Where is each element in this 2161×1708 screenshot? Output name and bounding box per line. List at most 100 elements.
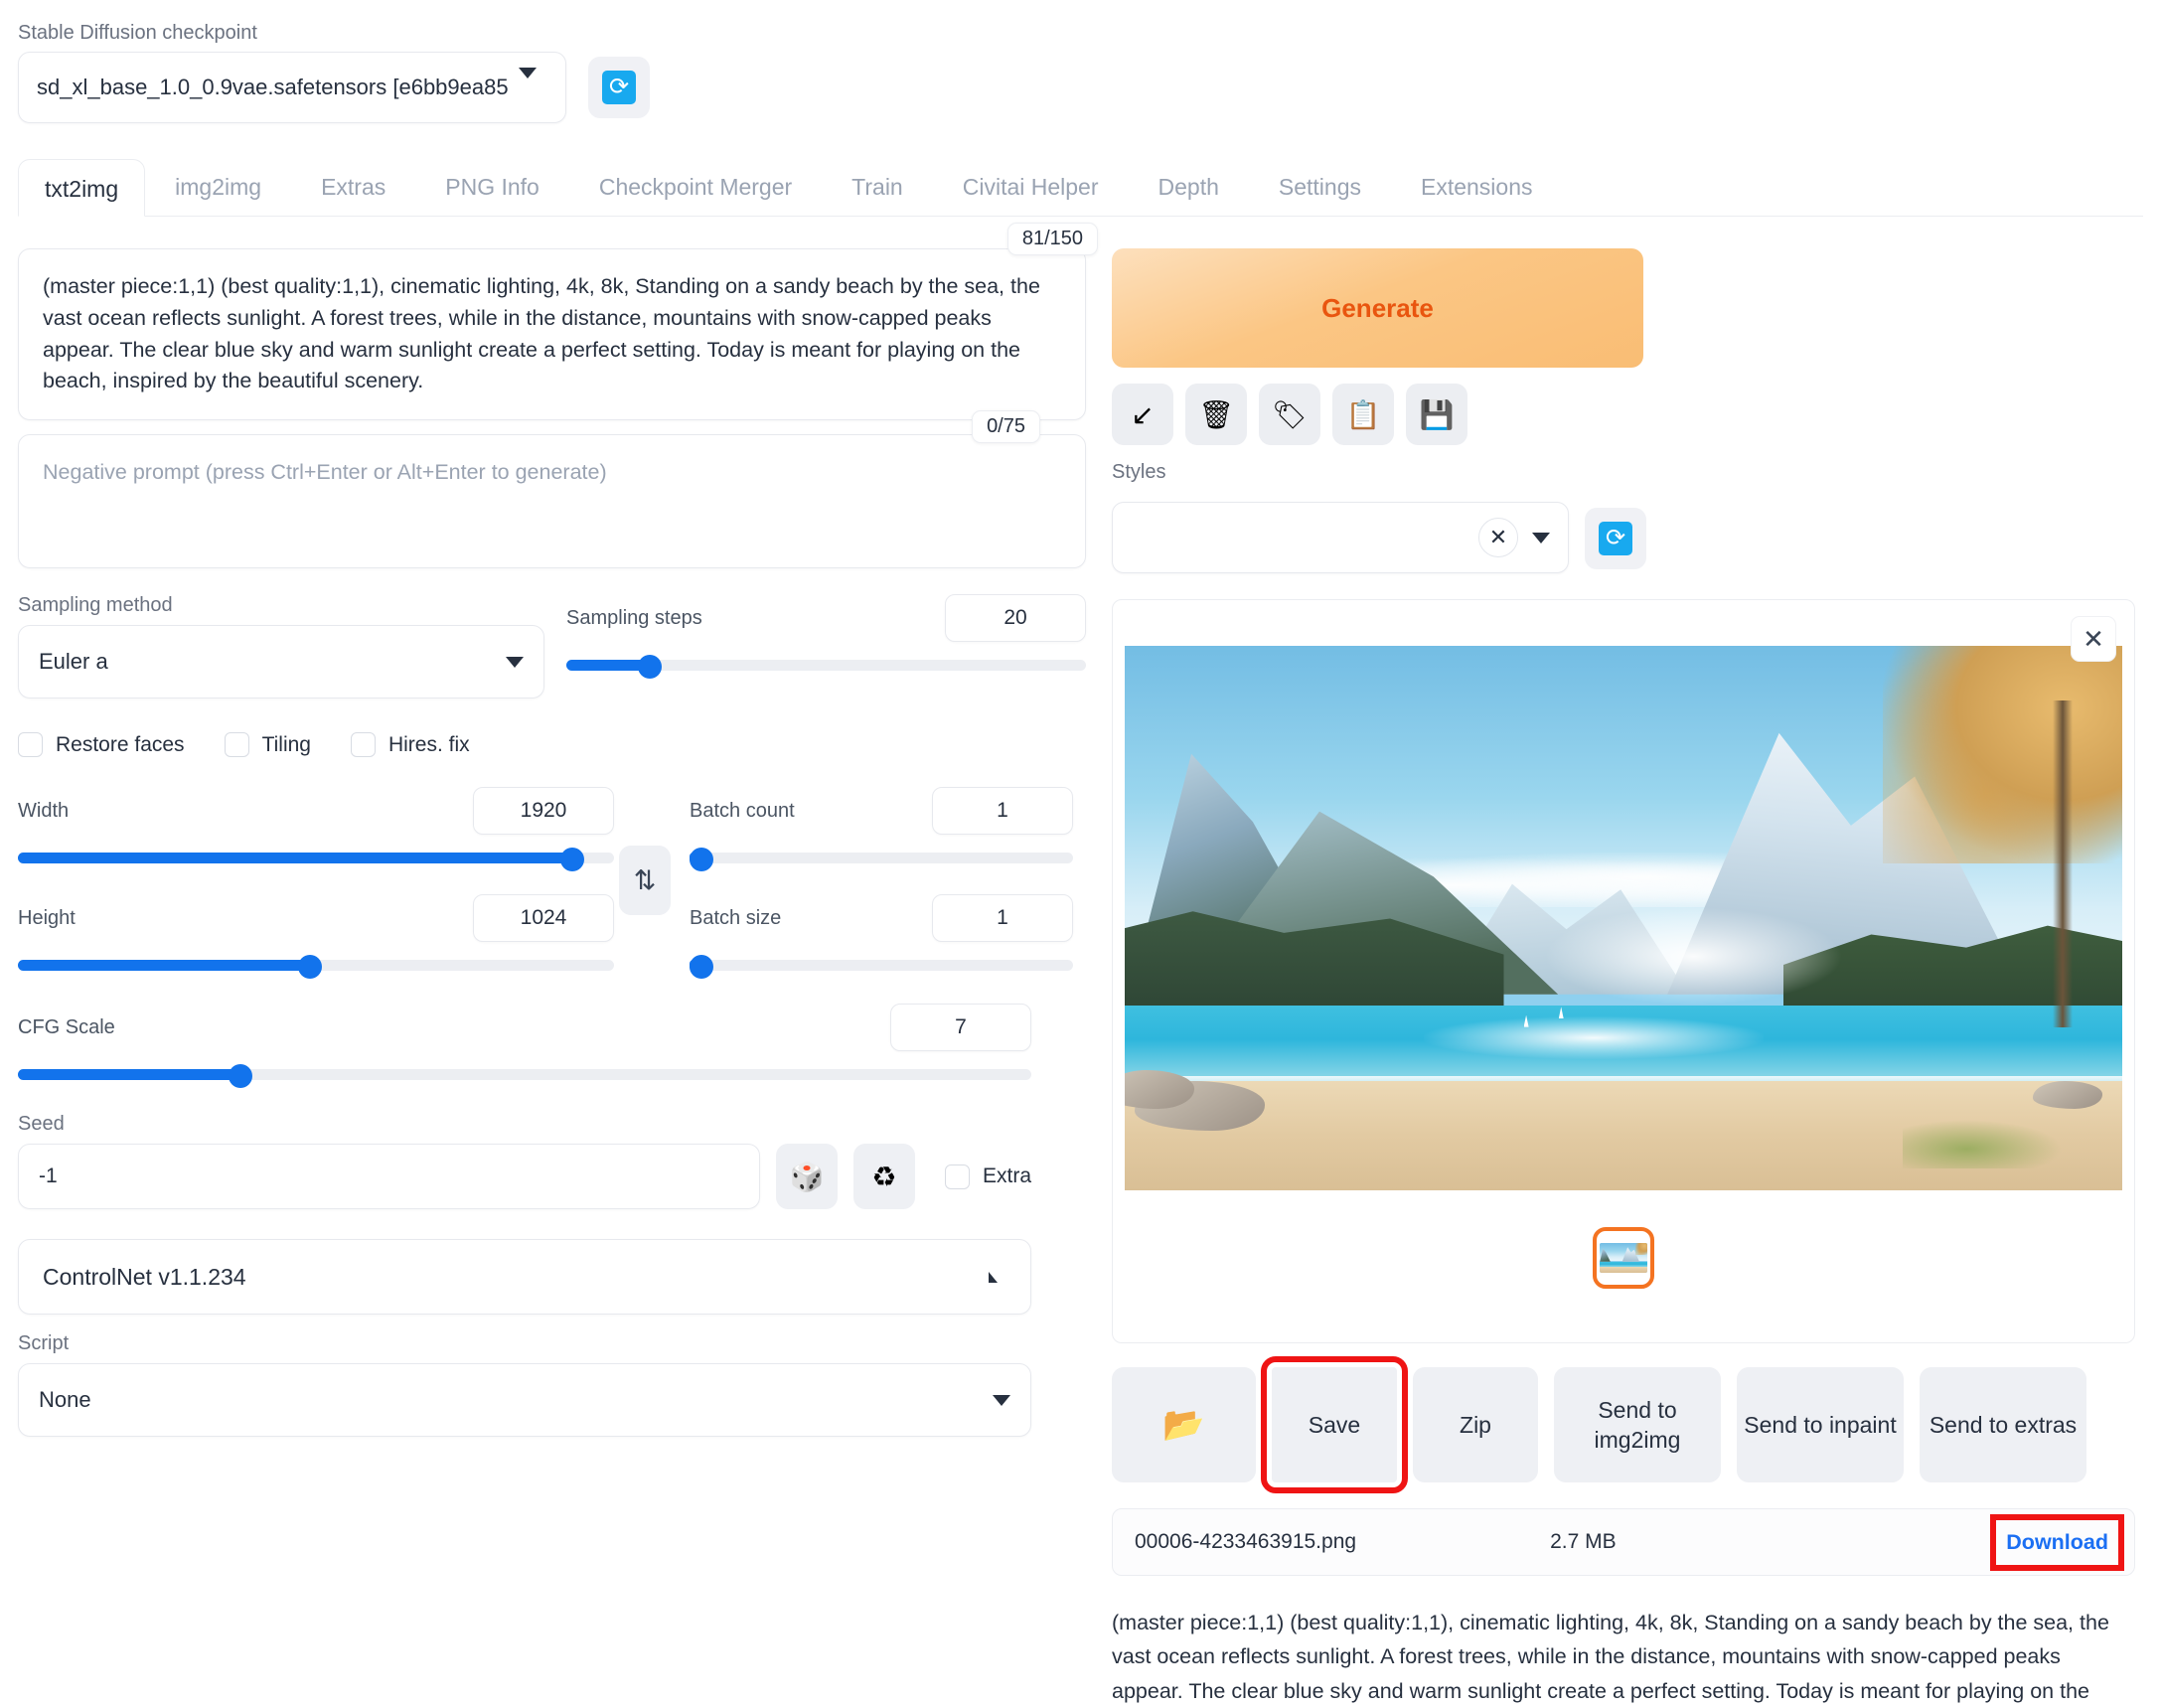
sampling-steps-input[interactable]: 20: [945, 594, 1086, 643]
tab-img2img[interactable]: img2img: [145, 158, 291, 216]
seed-label: Seed: [18, 1113, 65, 1136]
checkbox-box: [18, 732, 43, 758]
width-label: Width: [18, 799, 70, 822]
chevron-down-icon: [506, 656, 524, 668]
generate-block: Generate ↙ 🗑 🏷 📋 💾 Styles ✕ ⟳: [1112, 248, 2135, 573]
dice-icon: 🎲: [789, 1161, 825, 1192]
send-to-img2img-button[interactable]: Send to img2img: [1554, 1367, 1721, 1482]
right-column: Generate ↙ 🗑 🏷 📋 💾 Styles ✕ ⟳ ✕ 📂 Save Z…: [1112, 234, 2135, 1708]
chevron-left-icon: [989, 1271, 1006, 1283]
batch-size-input[interactable]: 1: [932, 894, 1073, 943]
lake-reflection: [1424, 1015, 1764, 1060]
slider-knob[interactable]: [229, 1064, 253, 1089]
refresh-icon: ⟳: [602, 71, 636, 104]
file-size: 2.7 MB: [1550, 1530, 1617, 1553]
batch-size-slider[interactable]: [689, 955, 1073, 980]
generate-button[interactable]: Generate: [1112, 248, 1643, 368]
gallery-thumbnail[interactable]: [1593, 1226, 1654, 1289]
controlnet-label: ControlNet v1.1.234: [43, 1263, 246, 1290]
random-seed-button[interactable]: 🎲: [775, 1144, 838, 1210]
controlnet-accordion[interactable]: ControlNet v1.1.234: [18, 1239, 1031, 1316]
seed-input[interactable]: -1: [18, 1144, 760, 1210]
slider-knob[interactable]: [637, 655, 662, 680]
checkpoint-row: Stable Diffusion checkpoint sd_xl_base_1…: [18, 0, 2143, 123]
slider-knob[interactable]: [298, 955, 322, 980]
cfg-scale-slider[interactable]: [18, 1064, 1031, 1089]
tab-checkpoint-merger[interactable]: Checkpoint Merger: [569, 158, 822, 216]
restore-faces-checkbox[interactable]: Restore faces: [18, 732, 185, 758]
reuse-seed-button[interactable]: ♻: [852, 1144, 915, 1210]
tab-txt2img[interactable]: txt2img: [18, 159, 146, 217]
send-to-inpaint-button[interactable]: Send to inpaint: [1737, 1367, 1904, 1482]
sampling-method-label: Sampling method: [18, 594, 173, 617]
height-head: Height 1024: [18, 894, 614, 943]
refresh-icon: ⟳: [1599, 522, 1632, 555]
download-link[interactable]: Download: [1990, 1513, 2124, 1571]
send-to-extras-button[interactable]: Send to extras: [1920, 1367, 2086, 1482]
negative-prompt-input[interactable]: Negative prompt (press Ctrl+Enter or Alt…: [18, 434, 1086, 569]
close-icon[interactable]: ✕: [1478, 518, 1518, 557]
tab-extras[interactable]: Extras: [291, 158, 415, 216]
prompt-input[interactable]: (master piece:1,1) (best quality:1,1), c…: [18, 248, 1086, 421]
height-input[interactable]: 1024: [473, 894, 614, 943]
slider-fill: [18, 960, 310, 972]
tree-trunk: [2052, 699, 2073, 1027]
save-style-button[interactable]: 💾: [1406, 384, 1467, 445]
slider-fill: [18, 1069, 241, 1081]
slider-knob[interactable]: [689, 848, 713, 872]
recycle-icon: ♻: [871, 1161, 897, 1192]
paste-prompt-button[interactable]: ↙: [1112, 384, 1173, 445]
clear-prompt-button[interactable]: 🗑: [1185, 384, 1247, 445]
tiling-checkbox[interactable]: Tiling: [224, 732, 311, 758]
sampling-steps-head: Sampling steps 20: [566, 594, 1086, 643]
hires-fix-checkbox[interactable]: Hires. fix: [350, 732, 470, 758]
slider-knob[interactable]: [689, 955, 713, 980]
refresh-checkpoint-button[interactable]: ⟳: [588, 57, 650, 118]
width-slider[interactable]: [18, 848, 614, 872]
extra-checkbox[interactable]: Extra: [944, 1164, 1031, 1189]
close-preview-button[interactable]: ✕: [2071, 616, 2116, 662]
refresh-styles-button[interactable]: ⟳: [1585, 508, 1646, 569]
width-input[interactable]: 1920: [473, 787, 614, 836]
settings-area: Sampling method Euler a Sampling steps 2…: [18, 594, 1086, 699]
chevron-down-icon: [993, 1394, 1010, 1406]
paint-palette-icon: 🏷: [1272, 398, 1308, 430]
negative-prompt-wrapper: 0/75 Negative prompt (press Ctrl+Enter o…: [18, 410, 1086, 569]
checkbox-box: [350, 732, 376, 758]
script-select[interactable]: None: [18, 1363, 1031, 1438]
checkpoint-select[interactable]: sd_xl_base_1.0_0.9vae.safetensors [e6bb9…: [18, 52, 566, 123]
generated-image-preview[interactable]: [1125, 646, 2122, 1190]
file-info-row: 00006-4233463915.png 2.7 MB Download: [1112, 1508, 2135, 1576]
tab-depth[interactable]: Depth: [1129, 158, 1249, 216]
tab-settings[interactable]: Settings: [1249, 158, 1391, 216]
restore-faces-label: Restore faces: [56, 732, 185, 756]
batch-count-input[interactable]: 1: [932, 787, 1073, 836]
sampling-steps-slider[interactable]: [566, 655, 1086, 680]
generate-icon-row: ↙ 🗑 🏷 📋 💾: [1112, 384, 2135, 445]
height-slider[interactable]: [18, 955, 614, 980]
slider-knob[interactable]: [560, 848, 584, 872]
styles-select[interactable]: ✕: [1112, 502, 1569, 573]
tab-extensions[interactable]: Extensions: [1391, 158, 1563, 216]
sampling-method-select[interactable]: Euler a: [18, 625, 544, 699]
dimension-col: Width 1920 Height 1024: [18, 787, 614, 980]
apply-style-button[interactable]: 📋: [1332, 384, 1394, 445]
script-value: None: [39, 1387, 91, 1413]
batch-count-slider[interactable]: [689, 848, 1073, 872]
show-extra-networks-button[interactable]: 🏷: [1259, 384, 1320, 445]
seed-row: -1 🎲 ♻ Extra: [18, 1144, 1031, 1210]
save-button[interactable]: Save: [1261, 1356, 1408, 1493]
swap-dimensions-button[interactable]: ⇅: [619, 846, 671, 916]
cfg-scale-input[interactable]: 7: [890, 1004, 1031, 1052]
zip-button[interactable]: Zip: [1413, 1367, 1538, 1482]
result-prompt-text: (master piece:1,1) (best quality:1,1), c…: [1112, 1611, 2109, 1703]
open-folder-button[interactable]: 📂: [1112, 1367, 1256, 1482]
generated-image: [1125, 646, 2122, 1190]
tab-train[interactable]: Train: [822, 158, 933, 216]
tab-png-info[interactable]: PNG Info: [415, 158, 569, 216]
styles-label: Styles: [1112, 461, 1166, 483]
tab-civitai-helper[interactable]: Civitai Helper: [933, 158, 1129, 216]
result-panel: ✕: [1112, 599, 2135, 1343]
slider-track: [690, 853, 1073, 864]
dimensions-area: Width 1920 Height 1024 ⇅ Batch count 1 B…: [18, 787, 1086, 980]
